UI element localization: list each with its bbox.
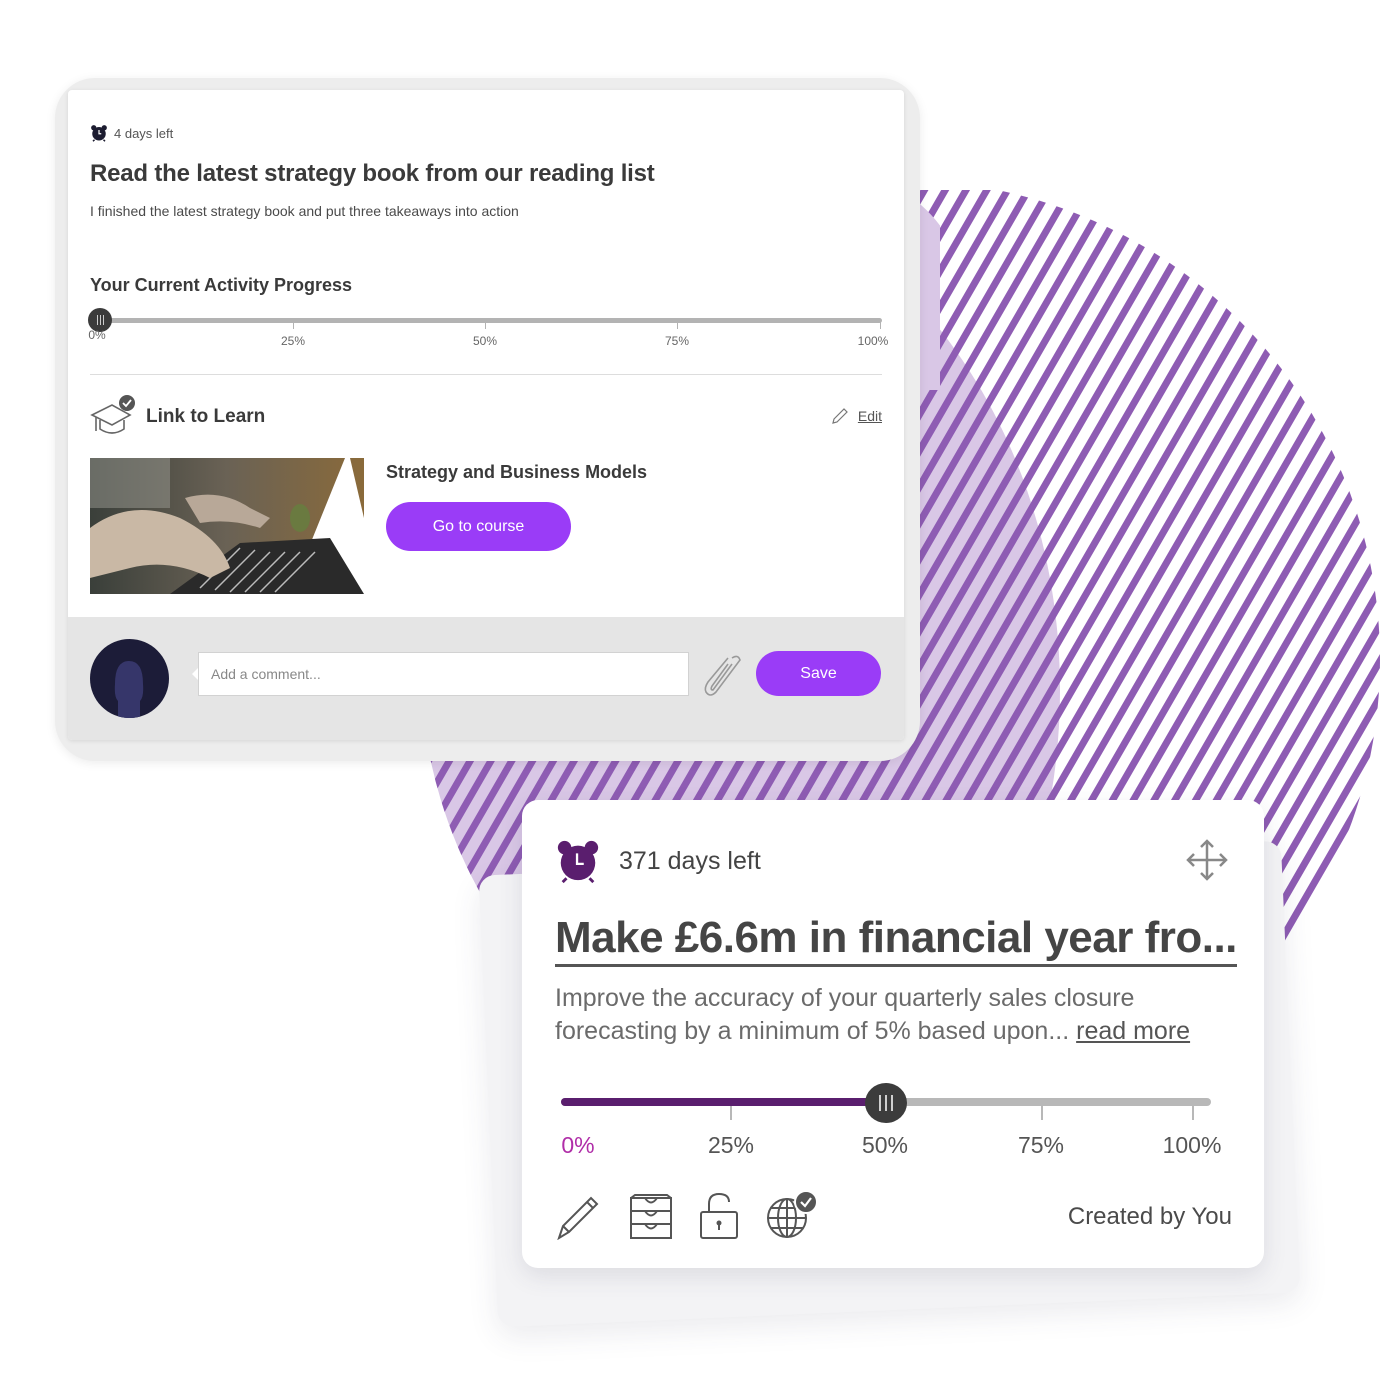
user-silhouette-icon [114, 661, 144, 718]
alarm-clock-icon [557, 840, 599, 884]
link-to-learn-label: Link to Learn [146, 406, 266, 427]
goal-title[interactable]: Make £6.6m in financial year fro... [555, 912, 1237, 967]
tick-label: 50% [472, 334, 498, 348]
activity-card: 4 days left Read the latest strategy boo… [68, 90, 904, 740]
graduation-cap-check-icon [90, 395, 135, 434]
unlock-icon [700, 1192, 738, 1239]
pencil-icon [832, 408, 848, 424]
progress-tick [730, 1106, 732, 1120]
tick-label: 100% [857, 334, 889, 348]
progress-tick [1192, 1106, 1194, 1120]
goal-progress-fill [561, 1098, 886, 1106]
progress-tick [293, 322, 294, 329]
archive-button[interactable] [629, 1194, 673, 1245]
edit-goal-button[interactable] [555, 1192, 603, 1245]
goal-description-text: Improve the accuracy of your quarterly s… [555, 984, 1135, 1045]
avatar [90, 639, 169, 718]
save-button[interactable]: Save [756, 651, 881, 696]
comment-footer: Save [68, 617, 904, 740]
progress-track[interactable] [100, 318, 882, 323]
activity-title: Read the latest strategy book from our r… [90, 160, 655, 187]
progress-tick [1041, 1106, 1043, 1120]
deadline-text: 4 days left [114, 125, 174, 141]
pencil-icon [557, 1196, 599, 1241]
goal-description: Improve the accuracy of your quarterly s… [555, 982, 1235, 1048]
tick-label: 50% [861, 1132, 909, 1158]
goal-actions [555, 1190, 821, 1245]
progress-tick [880, 322, 881, 329]
visibility-button[interactable] [765, 1190, 821, 1245]
tick-label: 0% [88, 328, 106, 342]
drawers-icon [630, 1194, 672, 1239]
goal-deadline: 371 days left [555, 838, 761, 884]
course-title: Strategy and Business Models [386, 462, 648, 482]
tick-label: 0% [561, 1132, 595, 1158]
progress-label: Your Current Activity Progress [90, 275, 353, 295]
goal-deadline-text: 371 days left [619, 846, 761, 875]
read-more-link[interactable]: read more [1076, 1017, 1190, 1045]
divider [90, 374, 882, 375]
move-handle[interactable] [1185, 838, 1229, 887]
link-to-learn-header: Link to Learn [90, 395, 265, 439]
course-thumbnail[interactable] [90, 458, 364, 594]
goal-progress-slider-handle[interactable] [865, 1083, 907, 1123]
move-arrows-icon [1186, 839, 1228, 881]
globe-check-icon [767, 1190, 818, 1238]
laptop-photo [90, 458, 364, 594]
tick-label: 75% [664, 334, 690, 348]
created-by: Created by You [1067, 1203, 1232, 1230]
tick-label: 25% [280, 334, 306, 348]
tick-label: 75% [1017, 1132, 1065, 1158]
deadline: 4 days left [90, 124, 173, 142]
attach-button[interactable] [702, 652, 742, 701]
goal-card: 371 days left Make £6.6m in financial ye… [522, 800, 1264, 1268]
tick-label: 25% [707, 1132, 755, 1158]
privacy-button[interactable] [699, 1192, 739, 1245]
comment-input[interactable] [198, 652, 689, 696]
edit-link[interactable]: Edit [830, 406, 882, 426]
progress-tick [677, 322, 678, 329]
progress-tick [485, 322, 486, 329]
edit-button[interactable]: Edit [858, 408, 882, 424]
alarm-clock-icon [91, 125, 107, 142]
tick-label: 100% [1162, 1132, 1222, 1158]
paperclip-icon [704, 655, 741, 696]
go-to-course-button[interactable]: Go to course [386, 502, 571, 551]
activity-description: I finished the latest strategy book and … [90, 203, 519, 219]
